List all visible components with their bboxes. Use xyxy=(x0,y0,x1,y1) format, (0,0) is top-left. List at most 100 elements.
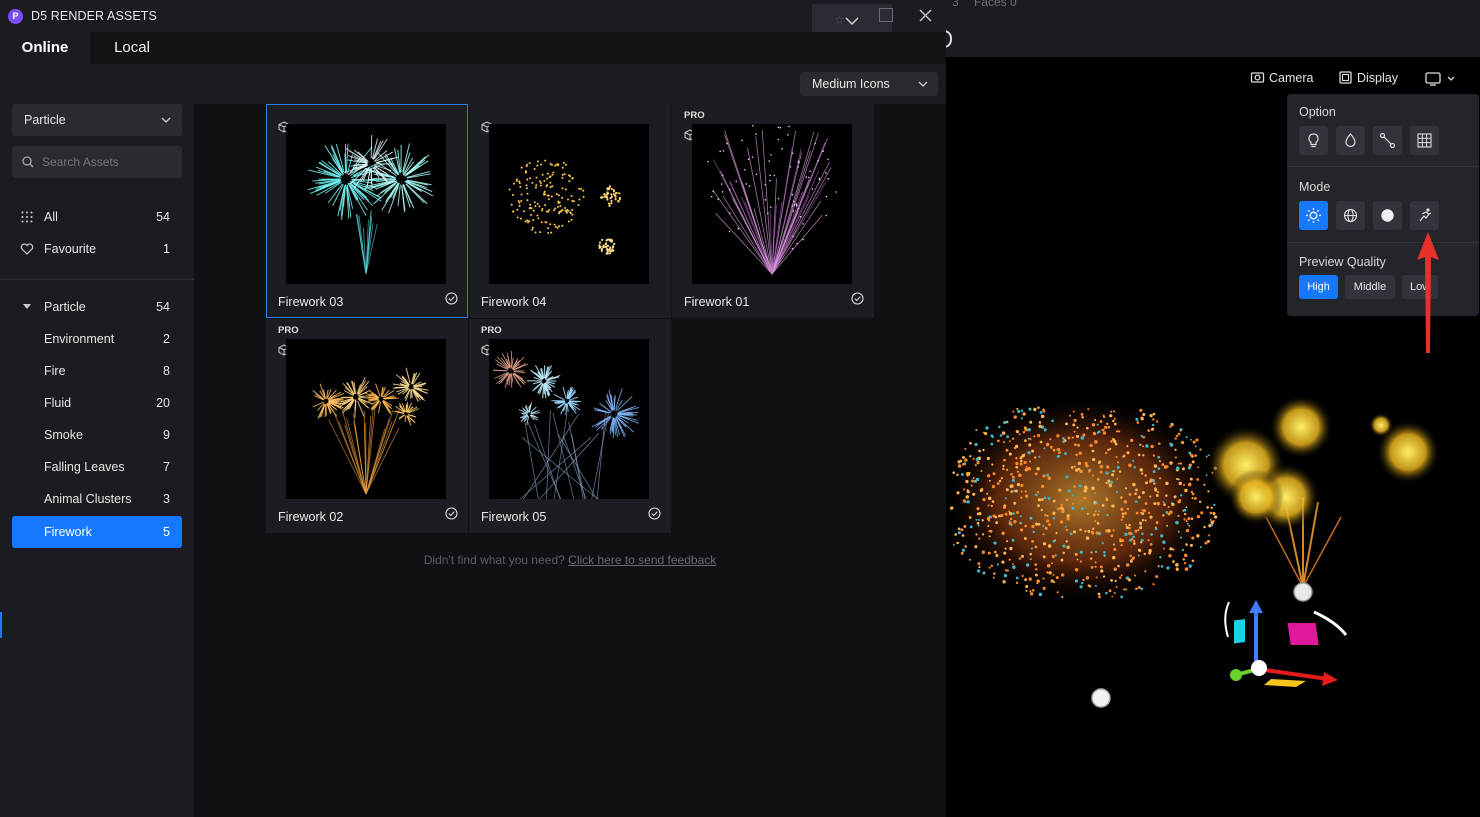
display-panel: Option Mode Preview Quality High Middle … xyxy=(1287,94,1479,316)
sidebar-item-environment[interactable]: Environment 2 xyxy=(12,323,182,355)
sidebar-item-label: Falling Leaves xyxy=(44,460,125,474)
sidebar-item-all[interactable]: All 54 xyxy=(12,201,182,233)
sidebar-item-count: 20 xyxy=(156,396,170,410)
edge-indicator xyxy=(0,612,2,638)
transform-gizmo[interactable] xyxy=(1224,582,1348,687)
asset-card-firework-01[interactable]: PRO Firework 01 xyxy=(672,104,874,318)
bulb-icon xyxy=(1308,133,1319,148)
path-icon xyxy=(1379,132,1396,149)
asset-card-firework-02[interactable]: PRO Firework 02 xyxy=(266,319,468,533)
sphere-icon xyxy=(1381,209,1394,222)
close-icon[interactable] xyxy=(919,9,932,22)
option-grid-button[interactable] xyxy=(1410,126,1439,155)
mode-title: Mode xyxy=(1299,180,1331,194)
light-marker[interactable] xyxy=(1091,688,1111,708)
firework-large xyxy=(946,395,1221,605)
downloaded-check-icon xyxy=(445,292,458,305)
heart-icon xyxy=(20,243,34,255)
category-value: Particle xyxy=(24,113,66,127)
asset-name: Firework 01 xyxy=(684,295,750,309)
pro-badge: PRO xyxy=(278,325,299,336)
chevron-down-icon xyxy=(918,81,928,87)
sidebar-item-favourite[interactable]: Favourite 1 xyxy=(12,233,182,265)
sidebar-item-label: Animal Clusters xyxy=(44,492,132,506)
layout-dropdown[interactable] xyxy=(1424,71,1458,92)
app-logo: P xyxy=(8,9,23,24)
display-icon xyxy=(1339,71,1352,84)
mode-globe-button[interactable] xyxy=(1336,201,1365,230)
tab-local[interactable]: Local xyxy=(90,32,174,64)
grid-icon xyxy=(21,211,33,223)
asset-card-firework-05[interactable]: PRO Firework 05 xyxy=(469,319,671,533)
camera-icon xyxy=(1250,72,1265,83)
search-box xyxy=(12,146,182,178)
maximize-icon[interactable] xyxy=(879,8,893,22)
sidebar-item-label: Fire xyxy=(44,364,66,378)
asset-card-firework-04[interactable]: Firework 04 xyxy=(469,104,671,318)
tab-online[interactable]: Online xyxy=(0,32,90,64)
firework-pink-image xyxy=(707,125,838,275)
downloaded-check-icon xyxy=(648,507,661,520)
sidebar-item-animal-clusters[interactable]: Animal Clusters 3 xyxy=(12,483,182,515)
app-title: D5 RENDER ASSETS xyxy=(31,9,157,23)
asset-thumbnail xyxy=(286,339,446,499)
grid-icon xyxy=(1417,133,1432,148)
sidebar-item-count: 8 xyxy=(163,364,170,378)
caret-down-icon xyxy=(23,304,31,309)
quality-high-button[interactable]: High xyxy=(1299,275,1338,299)
sidebar-item-count: 54 xyxy=(156,210,170,224)
feedback-text: Didn't find what you need? xyxy=(423,553,565,567)
sidebar-item-label: Favourite xyxy=(44,242,97,256)
panel-divider xyxy=(1287,166,1479,167)
sidebar-item-fluid[interactable]: Fluid 20 xyxy=(12,387,182,419)
asset-thumbnail xyxy=(489,124,649,284)
sidebar-item-firework[interactable]: Firework 5 xyxy=(12,516,182,548)
layout-icon xyxy=(1425,72,1455,86)
pro-badge: PRO xyxy=(481,325,502,336)
mode-sun-button[interactable] xyxy=(1299,201,1328,230)
firework-blue-image xyxy=(492,351,640,499)
sidebar-item-count: 9 xyxy=(163,428,170,442)
option-drop-button[interactable] xyxy=(1336,126,1365,155)
view-mode-select[interactable]: Medium Icons xyxy=(800,72,938,96)
firework-cyan-image xyxy=(307,135,434,275)
sidebar-item-fire[interactable]: Fire 8 xyxy=(12,355,182,387)
camera-label: Camera xyxy=(1269,71,1314,85)
preview-quality-title: Preview Quality xyxy=(1299,255,1386,269)
firework-gold-image xyxy=(508,159,622,255)
sun-icon xyxy=(1306,208,1321,223)
asset-name: Firework 04 xyxy=(481,295,547,309)
quality-middle-button[interactable]: Middle xyxy=(1345,275,1395,299)
option-light-button[interactable] xyxy=(1299,126,1328,155)
sidebar-item-label: Firework xyxy=(44,525,92,539)
sidebar-item-count: 3 xyxy=(163,492,170,506)
sidebar-item-count: 7 xyxy=(163,460,170,474)
display-button[interactable]: Display xyxy=(1338,70,1398,85)
asset-thumbnail xyxy=(489,339,649,499)
camera-button[interactable]: Camera xyxy=(1250,70,1313,85)
feedback-link[interactable]: Click here to send feedback xyxy=(568,553,716,567)
option-path-button[interactable] xyxy=(1373,126,1402,155)
sidebar-item-label: Environment xyxy=(44,332,115,346)
asset-thumbnail xyxy=(286,124,446,284)
asset-library-window: P D5 RENDER ASSETS ☆ Online Local Medium… xyxy=(0,0,946,817)
downloaded-check-icon xyxy=(851,292,864,305)
sidebar-group-particle[interactable]: Particle 54 xyxy=(12,291,182,323)
view-mode-value: Medium Icons xyxy=(812,77,890,91)
pro-badge: PRO xyxy=(684,110,705,121)
sidebar-item-smoke[interactable]: Smoke 9 xyxy=(12,419,182,451)
sidebar-item-label: Particle xyxy=(44,300,86,314)
sidebar-item-falling-leaves[interactable]: Falling Leaves 7 xyxy=(12,451,182,483)
asset-card-firework-03[interactable]: Firework 03 xyxy=(266,104,468,318)
sidebar-divider xyxy=(0,279,194,280)
asset-name: Firework 03 xyxy=(278,295,344,309)
annotation-arrow xyxy=(1417,232,1439,353)
mode-sphere-button[interactable] xyxy=(1373,201,1402,230)
panel-divider xyxy=(1287,242,1479,243)
downloaded-check-icon xyxy=(445,507,458,520)
drop-icon xyxy=(1345,133,1356,148)
category-select[interactable]: Particle xyxy=(12,104,182,136)
faces-status: Faces 0 xyxy=(974,0,1017,9)
mode-runner-button[interactable] xyxy=(1410,201,1439,230)
search-input[interactable] xyxy=(42,146,174,178)
